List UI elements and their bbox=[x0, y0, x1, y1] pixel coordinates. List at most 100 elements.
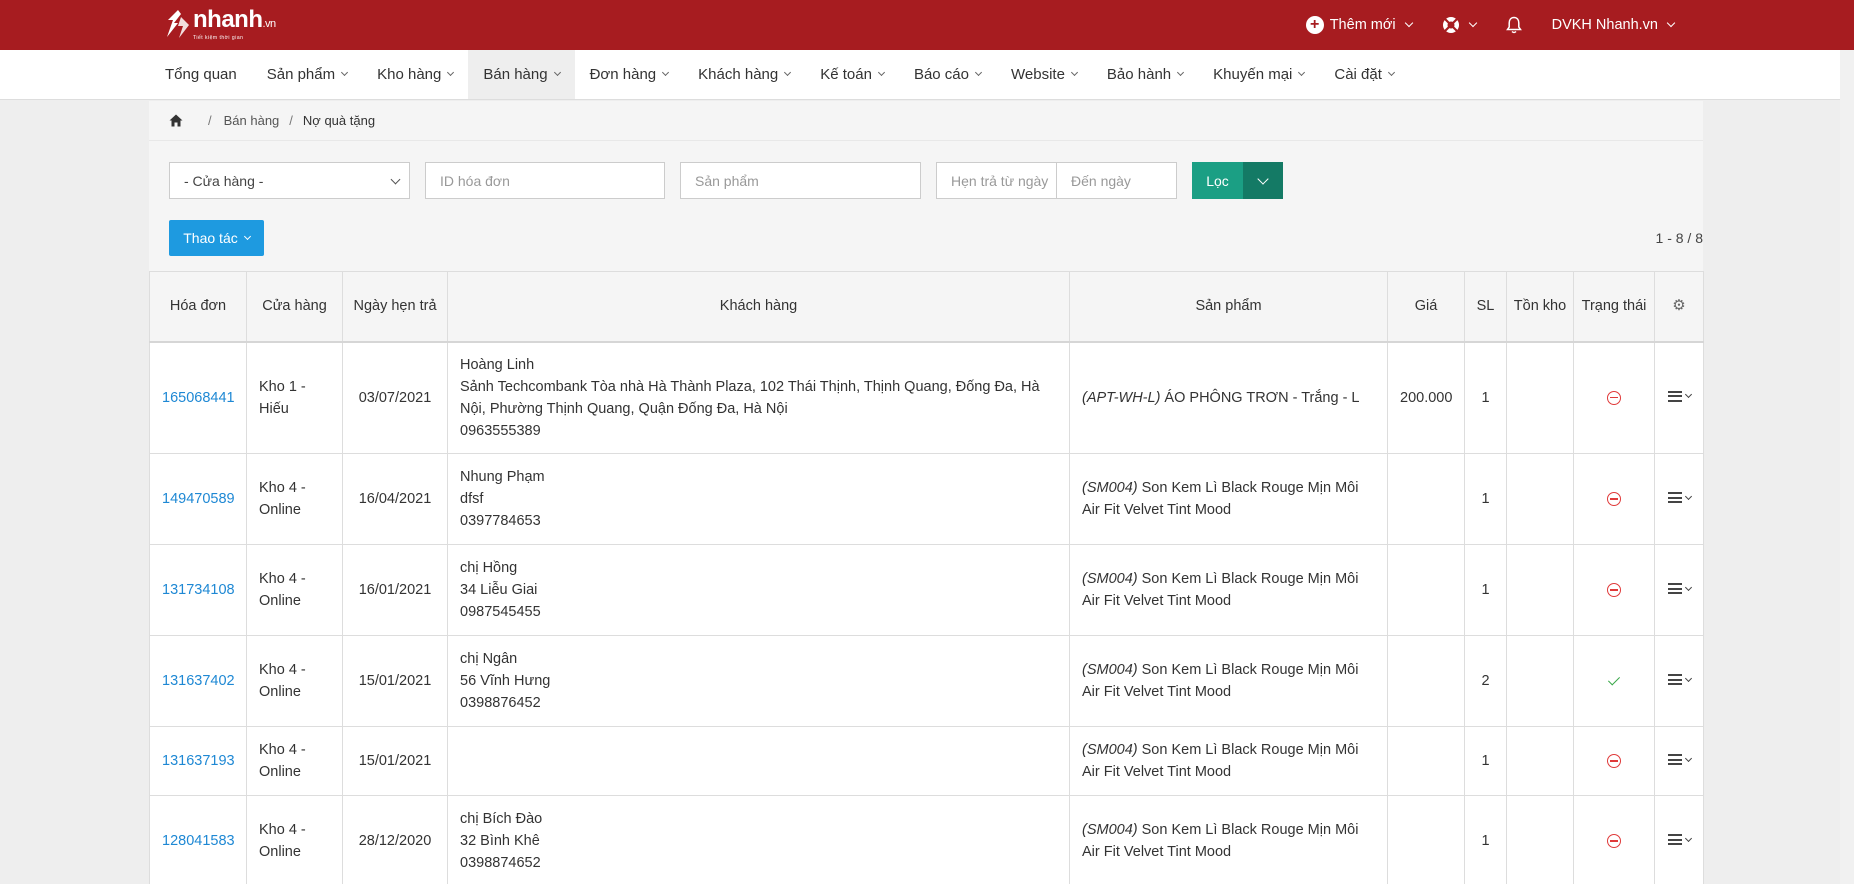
table-row[interactable]: 131637193 Kho 4 - Online 15/01/2021 (SM004)… bbox=[149, 726, 1704, 796]
product-cell: (APT-WH-L) ÁO PHÔNG TRƠN - Trắng - L bbox=[1069, 341, 1388, 454]
stock-cell bbox=[1506, 795, 1574, 884]
filter-dropdown-button[interactable] bbox=[1243, 162, 1283, 199]
table-row[interactable]: 128041583 Kho 4 - Online 28/12/2020 chị Bíc… bbox=[149, 795, 1704, 884]
row-actions-menu[interactable] bbox=[1654, 726, 1704, 796]
col-stock[interactable]: Tồn kho bbox=[1506, 271, 1574, 343]
status-cell bbox=[1573, 635, 1655, 727]
invoice-id-input[interactable]: ID hóa đơn bbox=[425, 162, 665, 199]
row-actions-menu[interactable] bbox=[1654, 635, 1704, 727]
invoice-link[interactable]: 131637193 bbox=[149, 726, 247, 796]
table-row[interactable]: 149470589 Kho 4 - Online 16/04/2021 Nhung P… bbox=[149, 453, 1704, 545]
chevron-down-icon bbox=[1684, 583, 1692, 591]
col-store[interactable]: Cửa hàng bbox=[246, 271, 343, 343]
qty-cell: 2 bbox=[1464, 635, 1507, 727]
customer-phone: 0398876452 bbox=[460, 695, 541, 711]
row-menu[interactable] bbox=[1667, 583, 1692, 594]
invoice-link[interactable]: 165068441 bbox=[149, 341, 247, 454]
product-cell: (SM004) Son Kem Lì Black Rouge Mịn Môi A… bbox=[1069, 635, 1388, 727]
row-actions-menu[interactable] bbox=[1654, 795, 1704, 884]
invoice-link[interactable]: 149470589 bbox=[149, 453, 247, 545]
invoice-link[interactable]: 128041583 bbox=[149, 795, 247, 884]
breadcrumb-sales[interactable]: Bán hàng bbox=[224, 113, 280, 128]
table-row[interactable]: 131637402 Kho 4 - Online 15/01/2021 chị Ngâ… bbox=[149, 635, 1704, 727]
hamburger-icon bbox=[1667, 674, 1682, 685]
col-invoice[interactable]: Hóa đơn bbox=[149, 271, 247, 343]
invoice-id-placeholder: ID hóa đơn bbox=[440, 172, 510, 189]
nav-label: Kế toán bbox=[820, 66, 872, 83]
logo[interactable]: nhanh.vn Tiết kiệm thời gian bbox=[165, 8, 276, 41]
nav-item-overview[interactable]: Tổng quan bbox=[150, 50, 252, 99]
stock-cell bbox=[1506, 453, 1574, 545]
notifications-button[interactable] bbox=[1505, 16, 1522, 34]
product-input[interactable]: Sản phẩm bbox=[680, 162, 921, 199]
from-date-input[interactable]: Hẹn trả từ ngày bbox=[936, 162, 1057, 199]
to-date-input[interactable]: Đến ngày bbox=[1056, 162, 1177, 199]
home-icon[interactable] bbox=[169, 114, 183, 127]
product-cell: (SM004) Son Kem Lì Black Rouge Mịn Môi A… bbox=[1069, 795, 1388, 884]
col-status[interactable]: Trạng thái bbox=[1573, 271, 1655, 343]
row-actions-menu[interactable] bbox=[1654, 453, 1704, 545]
nav-item-settings[interactable]: Cài đặt bbox=[1319, 50, 1409, 99]
chevron-down-icon bbox=[1684, 754, 1692, 762]
status-cell bbox=[1573, 453, 1655, 545]
stock-cell bbox=[1506, 726, 1574, 796]
invoice-link[interactable]: 131637402 bbox=[149, 635, 247, 727]
main-nav: Tổng quan Sản phẩm Kho hàng Bán hàng Đơn… bbox=[0, 50, 1854, 100]
nav-item-reports[interactable]: Báo cáo bbox=[899, 50, 996, 99]
nav-item-warranty[interactable]: Bảo hành bbox=[1092, 50, 1198, 99]
chevron-down-icon bbox=[1070, 68, 1078, 77]
col-customer[interactable]: Khách hàng bbox=[447, 271, 1070, 343]
customer-phone: 0963555389 bbox=[460, 422, 541, 439]
customer-cell: chị Bích Đào 32 Bình Khê 0398874652 bbox=[447, 795, 1070, 884]
nav-label: Bán hàng bbox=[483, 66, 548, 83]
chevron-down-icon bbox=[1666, 18, 1676, 28]
row-menu[interactable] bbox=[1667, 754, 1692, 765]
qty-cell: 1 bbox=[1464, 453, 1507, 545]
row-menu[interactable] bbox=[1667, 674, 1692, 685]
invoice-link[interactable]: 131734108 bbox=[149, 544, 247, 636]
product-sku: (SM004) bbox=[1082, 662, 1138, 678]
nav-label: Đơn hàng bbox=[589, 66, 657, 83]
chevron-down-icon bbox=[447, 68, 455, 77]
chevron-down-icon bbox=[1404, 18, 1413, 28]
col-qty[interactable]: SL bbox=[1464, 271, 1507, 343]
col-price[interactable]: Giá bbox=[1387, 271, 1465, 343]
page-scrollbar[interactable] bbox=[1840, 50, 1854, 884]
user-menu[interactable]: DVKH Nhanh.vn bbox=[1552, 17, 1676, 33]
pagination-info: 1 - 8 / 8 bbox=[1655, 230, 1703, 246]
store-select[interactable]: - Cửa hàng - bbox=[169, 162, 410, 199]
nav-item-sales[interactable]: Bán hàng bbox=[468, 50, 575, 99]
row-menu[interactable] bbox=[1667, 492, 1692, 503]
customer-name: chị Ngân bbox=[460, 651, 518, 667]
stock-cell bbox=[1506, 341, 1574, 454]
store-cell: Kho 4 - Online bbox=[246, 544, 343, 636]
chevron-down-icon bbox=[1684, 492, 1692, 500]
column-settings[interactable]: ⚙ bbox=[1654, 271, 1704, 343]
actions-button[interactable]: Thao tác bbox=[169, 220, 264, 256]
customer-address: dfsf bbox=[460, 491, 484, 507]
product-sku: (SM004) bbox=[1082, 571, 1138, 587]
customer-address: Sảnh Techcombank Tòa nhà Hà Thành Plaza,… bbox=[460, 378, 1040, 417]
hamburger-icon bbox=[1667, 754, 1682, 765]
nav-item-products[interactable]: Sản phẩm bbox=[252, 50, 362, 99]
customer-name: Hoàng Linh bbox=[460, 356, 535, 373]
row-menu[interactable] bbox=[1667, 390, 1692, 402]
table-row[interactable]: 131734108 Kho 4 - Online 16/01/2021 chị Hồn… bbox=[149, 544, 1704, 636]
nav-item-customers[interactable]: Khách hàng bbox=[683, 50, 805, 99]
table-row[interactable]: 165068441 Kho 1 - Hiếu 03/07/2021 Hoàng Lin… bbox=[149, 341, 1704, 454]
support-menu[interactable] bbox=[1442, 16, 1477, 34]
nav-item-website[interactable]: Website bbox=[996, 50, 1092, 99]
nav-label: Cài đặt bbox=[1334, 66, 1382, 83]
row-menu[interactable] bbox=[1667, 834, 1692, 845]
filter-button[interactable]: Lọc bbox=[1192, 162, 1243, 199]
col-due-date[interactable]: Ngày hẹn trả bbox=[342, 271, 448, 343]
nav-item-warehouse[interactable]: Kho hàng bbox=[362, 50, 468, 99]
row-actions-menu[interactable] bbox=[1654, 341, 1704, 454]
nav-item-accounting[interactable]: Kế toán bbox=[805, 50, 899, 99]
nav-item-promotions[interactable]: Khuyến mại bbox=[1198, 50, 1319, 99]
price-cell bbox=[1387, 726, 1465, 796]
add-new-menu[interactable]: + Thêm mới bbox=[1305, 16, 1413, 34]
col-product[interactable]: Sản phẩm bbox=[1069, 271, 1388, 343]
row-actions-menu[interactable] bbox=[1654, 544, 1704, 636]
nav-item-orders[interactable]: Đơn hàng bbox=[575, 50, 684, 99]
